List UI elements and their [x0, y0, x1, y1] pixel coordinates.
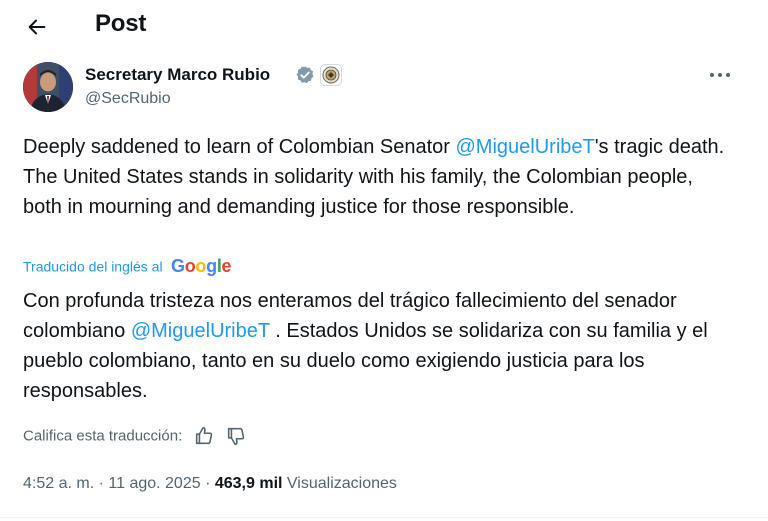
- post-time[interactable]: 4:52 a. m.: [23, 475, 94, 492]
- divider: [0, 517, 768, 518]
- author-name[interactable]: Secretary Marco Rubio: [85, 65, 270, 85]
- thumbs-down-icon: [228, 427, 245, 446]
- thumbs-up-icon: [195, 426, 212, 445]
- post-date[interactable]: 11 ago. 2025: [108, 475, 200, 492]
- state-department-seal-icon[interactable]: [320, 64, 342, 86]
- arrow-left-icon: [28, 19, 46, 35]
- views-label: Visualizaciones: [286, 475, 397, 492]
- rate-translation-label: Califica esta traducción:: [23, 427, 183, 445]
- rate-translation-row: Califica esta traducción:: [23, 425, 247, 449]
- tweet-text: Deeply saddened to learn of Colombian Se…: [23, 132, 733, 222]
- more-horizontal-icon[interactable]: [706, 64, 734, 86]
- back-button[interactable]: [20, 10, 54, 44]
- post-header: Post: [0, 0, 768, 56]
- verified-badge-icon: [296, 66, 314, 84]
- avatar[interactable]: [23, 62, 73, 112]
- author-handle[interactable]: @SecRubio: [85, 90, 171, 108]
- page-title: Post: [95, 10, 147, 37]
- thumbs-down-button[interactable]: [225, 425, 247, 447]
- meta-separator: ·: [98, 475, 104, 492]
- tweet-text-part: Deeply saddened to learn of Colombian Se…: [23, 136, 456, 158]
- mention-link[interactable]: @MiguelUribeT: [456, 136, 595, 158]
- post-meta: 4:52 a. m. · 11 ago. 2025 · 463,9 mil Vi…: [23, 475, 397, 493]
- views-count: 463,9 mil: [214, 475, 283, 492]
- google-logo: Google: [171, 256, 232, 276]
- mention-link[interactable]: @MiguelUribeT: [131, 320, 270, 342]
- translated-by[interactable]: Traducido del inglés al Google: [23, 256, 232, 280]
- thumbs-up-button[interactable]: [193, 425, 215, 447]
- translation-label: Traducido del inglés al: [23, 258, 163, 275]
- meta-separator: ·: [205, 475, 211, 492]
- translated-text: Con profunda tristeza nos enteramos del …: [23, 286, 743, 406]
